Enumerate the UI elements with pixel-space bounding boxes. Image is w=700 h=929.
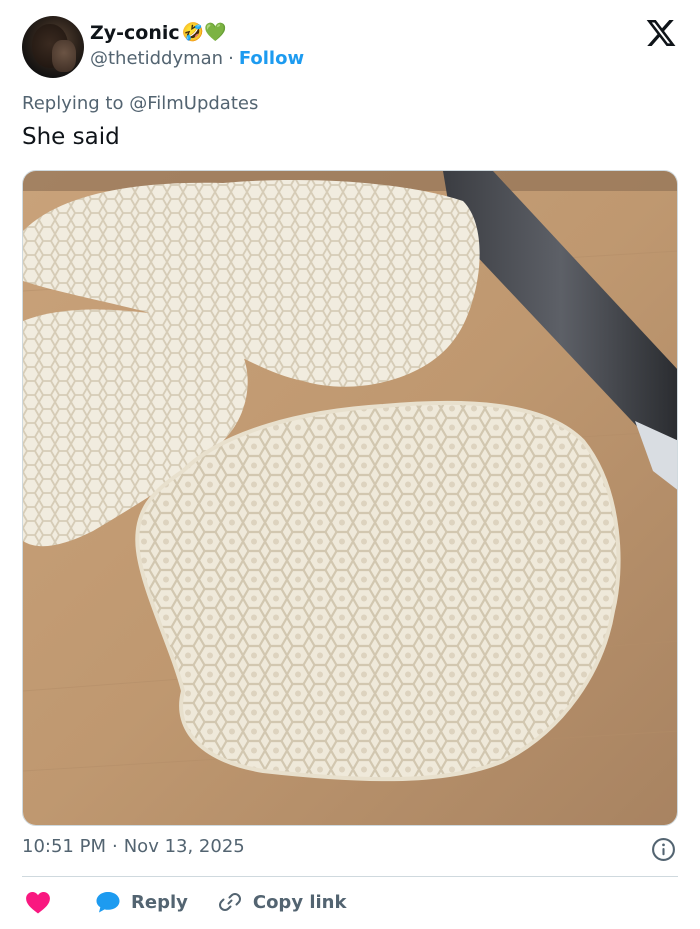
reply-button[interactable]: Reply <box>95 890 188 914</box>
replying-to: Replying to @FilmUpdates <box>22 93 258 114</box>
author-handle-row: @thetiddyman · Follow <box>90 48 304 69</box>
tweet-photo[interactable] <box>22 170 678 826</box>
replying-to-mention[interactable]: @FilmUpdates <box>129 93 258 114</box>
avatar-hand <box>52 40 76 72</box>
tripe-photo <box>23 171 677 825</box>
author-handle[interactable]: @thetiddyman <box>90 48 223 69</box>
divider <box>22 876 678 877</box>
info-icon[interactable] <box>651 837 676 862</box>
author-emoji: 🤣💚 <box>181 22 227 43</box>
author-name-row[interactable]: Zy-conic 🤣💚 <box>90 20 227 46</box>
reply-label: Reply <box>131 891 188 913</box>
heart-icon <box>26 892 50 914</box>
follow-button[interactable]: Follow <box>239 48 304 69</box>
speech-bubble-icon <box>96 892 120 913</box>
avatar[interactable] <box>22 16 84 78</box>
copy-link-button[interactable]: Copy link <box>218 890 347 914</box>
link-icon <box>218 893 241 911</box>
timestamp-time: 10:51 PM <box>22 836 106 857</box>
x-logo-icon[interactable] <box>645 17 677 49</box>
copy-link-label: Copy link <box>252 891 347 913</box>
timestamp-separator: · <box>111 836 118 857</box>
action-bar: Reply Copy link <box>22 885 346 919</box>
author-display-name[interactable]: Zy-conic <box>90 22 180 44</box>
timestamp[interactable]: 10:51 PM · Nov 13, 2025 <box>22 836 245 857</box>
like-button[interactable] <box>22 890 51 914</box>
tweet-text: She said <box>22 124 120 150</box>
replying-to-prefix: Replying to <box>22 93 130 114</box>
tweet-card: Zy-conic 🤣💚 @thetiddyman · Follow Replyi… <box>0 0 700 929</box>
timestamp-date: Nov 13, 2025 <box>123 836 245 857</box>
handle-separator: · <box>228 48 234 69</box>
